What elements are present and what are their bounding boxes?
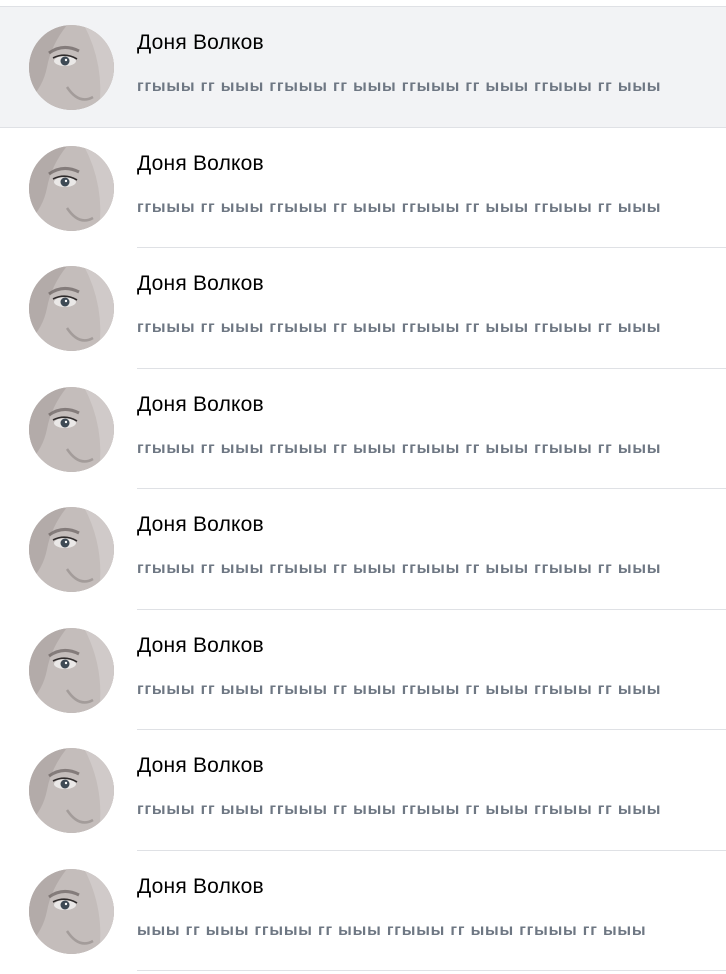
chat-list-item[interactable]: Доня Волков ггыыы гг ыыы ггыыы гг ыыы гг…	[0, 369, 726, 489]
message-preview: ггыыы гг ыыы ггыыы гг ыыы ггыыы гг ыыы г…	[137, 680, 662, 698]
contact-name: Доня Волков	[137, 754, 264, 777]
message-preview: ггыыы гг ыыы ггыыы гг ыыы ггыыы гг ыыы г…	[137, 198, 662, 216]
message-preview: ггыыы гг ыыы ггыыы гг ыыы ггыыы гг ыыы г…	[137, 319, 662, 336]
contact-name: Доня Волков	[137, 151, 264, 175]
message-preview: ггыыы гг ыыы ггыыы гг ыыы ггыыы гг ыыы г…	[137, 560, 662, 577]
user-avatar[interactable]	[29, 748, 114, 833]
chat-list-item[interactable]: Доня Волков ггыыы гг ыыы ггыыы гг ыыы гг…	[0, 730, 726, 851]
chat-list-item[interactable]: Доня Волков ггыыы гг ыыы ггыыы гг ыыы гг…	[0, 128, 726, 248]
user-avatar[interactable]	[29, 627, 114, 713]
chat-list-item[interactable]: Доня Волков ггыыы гг ыыы ггыыы гг ыыы гг…	[0, 489, 726, 610]
contact-name: Доня Волков	[137, 392, 264, 416]
contact-name: Доня Волков	[137, 874, 264, 898]
contact-name: Доня Волков	[137, 31, 264, 54]
contact-name: Доня Волков	[137, 272, 264, 295]
chat-list-item[interactable]: Доня Волков ггыыы гг ыыы ггыыы гг ыыы гг…	[0, 248, 726, 369]
user-avatar[interactable]	[29, 266, 114, 351]
message-preview: ггыыы гг ыыы ггыыы гг ыыы ггыыы гг ыыы г…	[137, 78, 662, 95]
user-avatar[interactable]	[29, 507, 114, 592]
contact-name: Доня Волков	[137, 633, 264, 657]
message-preview: ггыыы гг ыыы ггыыы гг ыыы ггыыы гг ыыы г…	[137, 801, 662, 818]
row-divider	[137, 970, 726, 971]
user-avatar[interactable]	[29, 386, 114, 472]
message-preview: ыыы гг ыыы ггыыы гг ыыы ггыыы гг ыыы ггы…	[137, 921, 647, 939]
user-avatar[interactable]	[29, 145, 114, 231]
message-preview: ггыыы гг ыыы ггыыы гг ыыы ггыыы гг ыыы г…	[137, 439, 662, 457]
user-avatar[interactable]	[29, 868, 114, 954]
chat-list-item[interactable]: Доня Волков ггыыы гг ыыы ггыыы гг ыыы гг…	[0, 7, 726, 128]
chat-list: Доня Волков ггыыы гг ыыы ггыыы гг ыыы гг…	[0, 7, 726, 971]
contact-name: Доня Волков	[137, 513, 264, 536]
chat-list-item[interactable]: Доня Волков ггыыы гг ыыы ггыыы гг ыыы гг…	[0, 610, 726, 730]
user-avatar[interactable]	[29, 25, 114, 110]
chat-list-item[interactable]: Доня Волков ыыы гг ыыы ггыыы гг ыыы ггыы…	[0, 851, 726, 971]
